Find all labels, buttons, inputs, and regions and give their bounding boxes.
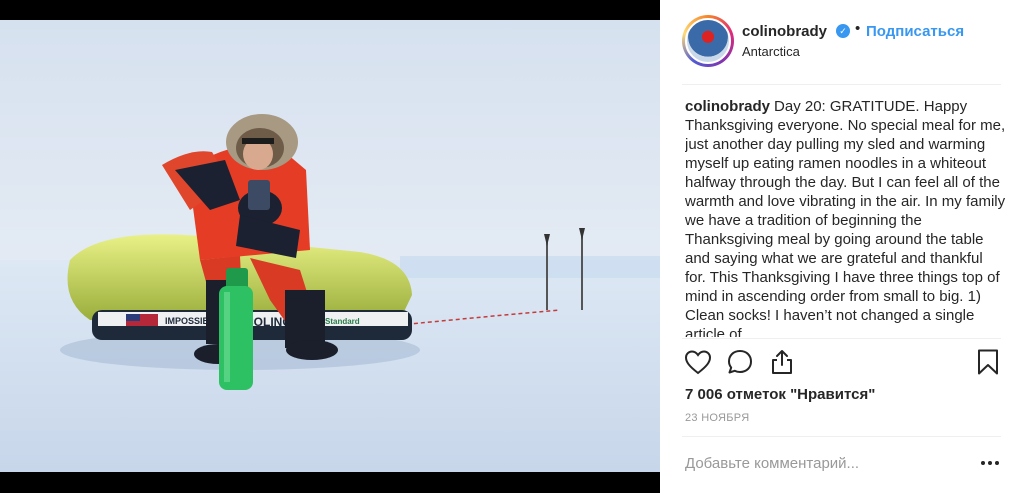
comment-button[interactable] <box>724 346 756 378</box>
sled-label-sponsor: Standard <box>325 317 360 326</box>
post-date[interactable]: 23 НОЯБРЯ <box>685 412 749 424</box>
post-sidebar: colinobrady ✓ • Подписаться Antarctica c… <box>660 0 1027 493</box>
avatar-story-ring[interactable] <box>682 15 734 67</box>
divider <box>682 436 1001 437</box>
caption-text: Day 20: GRATITUDE. Happy Thanksgiving ev… <box>685 98 1006 337</box>
verified-badge-icon: ✓ <box>836 24 850 38</box>
share-button[interactable] <box>766 346 798 378</box>
post-username[interactable]: colinobrady <box>742 23 827 40</box>
avatar[interactable] <box>685 18 731 64</box>
more-options-icon[interactable] <box>978 453 1002 473</box>
divider <box>682 338 1001 339</box>
save-button[interactable] <box>972 346 1004 378</box>
comment-input[interactable] <box>685 452 955 474</box>
like-button[interactable] <box>682 346 714 378</box>
caption-username[interactable]: colinobrady <box>685 98 770 115</box>
separator-dot: • <box>855 20 861 37</box>
post-actions <box>682 346 1002 378</box>
heart-icon <box>684 350 712 375</box>
divider <box>682 84 1001 85</box>
post-caption: colinobrady Day 20: GRATITUDE. Happy Than… <box>685 97 1007 337</box>
post-header: colinobrady ✓ • Подписаться Antarctica <box>660 0 1027 86</box>
antarctica-sled-photo: IMPOSSIBLE COLINOB Standard <box>0 20 660 472</box>
post-photo[interactable]: IMPOSSIBLE COLINOB Standard <box>0 20 660 472</box>
bookmark-icon <box>978 349 998 375</box>
post-location[interactable]: Antarctica <box>742 44 800 59</box>
post-photo-area: IMPOSSIBLE COLINOB Standard <box>0 0 660 493</box>
likes-count[interactable]: 7 006 отметок "Нравится" <box>685 386 875 403</box>
share-icon <box>772 350 792 374</box>
follow-button[interactable]: Подписаться <box>866 23 964 40</box>
comment-bubble-icon <box>728 350 752 374</box>
